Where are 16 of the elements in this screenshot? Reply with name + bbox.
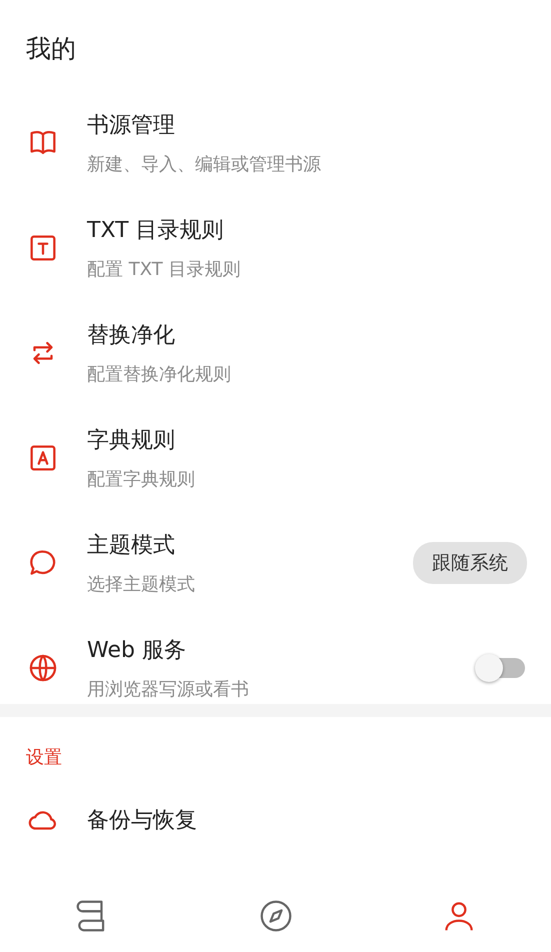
- item-subtitle: 用浏览器写源或看书: [87, 678, 250, 700]
- item-title[interactable]: 字典规则: [87, 424, 527, 454]
- item-title[interactable]: 备份与恢复: [87, 804, 527, 834]
- item-title[interactable]: Web 服务: [87, 634, 479, 664]
- item-subtitle: 配置替换净化规则: [87, 362, 232, 386]
- item-subtitle: 配置字典规则: [87, 468, 196, 490]
- section-header: 设置: [25, 746, 63, 770]
- theme-mode-chip[interactable]: 跟随系统: [413, 542, 527, 584]
- item-subtitle: 选择主题模式: [87, 572, 196, 596]
- item-title[interactable]: TXT 目录规则: [87, 214, 527, 244]
- item-title[interactable]: 主题模式: [87, 530, 413, 560]
- page-title: 我的: [25, 33, 77, 65]
- item-subtitle: 新建、导入、编辑或管理书源: [87, 152, 322, 176]
- item-subtitle: 配置 TXT 目录规则: [87, 258, 242, 280]
- item-title[interactable]: 替换净化: [87, 320, 527, 350]
- item-title[interactable]: 书源管理: [87, 110, 527, 140]
